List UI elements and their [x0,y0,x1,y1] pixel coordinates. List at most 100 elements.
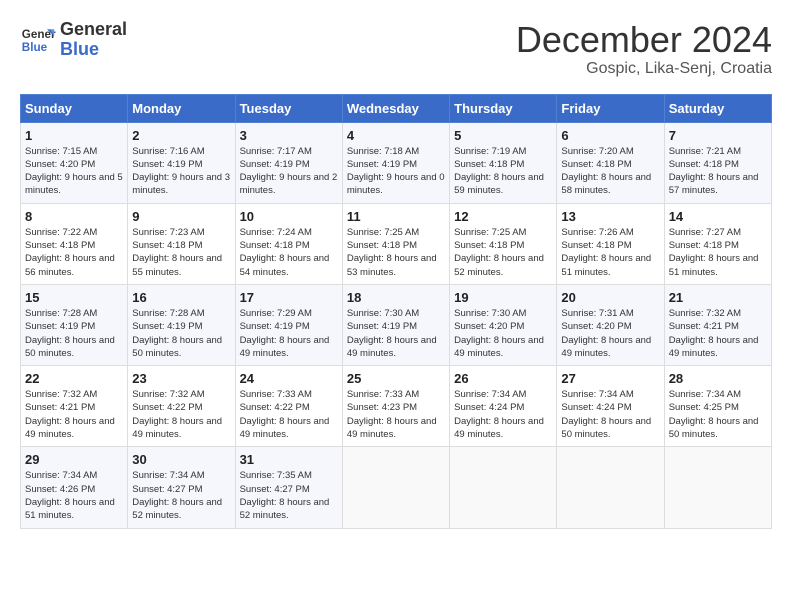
day-number: 30 [132,452,230,467]
day-info: Sunrise: 7:32 AM Sunset: 4:22 PM Dayligh… [132,388,230,441]
calendar-body: 1 Sunrise: 7:15 AM Sunset: 4:20 PM Daylig… [21,122,772,528]
day-info: Sunrise: 7:19 AM Sunset: 4:18 PM Dayligh… [454,145,552,198]
day-info: Sunrise: 7:31 AM Sunset: 4:20 PM Dayligh… [561,307,659,360]
header-saturday: Saturday [664,94,771,122]
day-info: Sunrise: 7:32 AM Sunset: 4:21 PM Dayligh… [669,307,767,360]
header-sunday: Sunday [21,94,128,122]
day-number: 13 [561,209,659,224]
calendar-cell: 26 Sunrise: 7:34 AM Sunset: 4:24 PM Dayli… [450,366,557,447]
calendar-week-row: 1 Sunrise: 7:15 AM Sunset: 4:20 PM Daylig… [21,122,772,203]
day-number: 19 [454,290,552,305]
day-number: 20 [561,290,659,305]
day-info: Sunrise: 7:16 AM Sunset: 4:19 PM Dayligh… [132,145,230,198]
day-number: 11 [347,209,445,224]
calendar-cell: 4Sunrise: 7:18 AM Sunset: 4:19 PM Daylig… [342,122,449,203]
day-info: Sunrise: 7:34 AM Sunset: 4:24 PM Dayligh… [454,388,552,441]
day-number: 1 [25,128,123,143]
day-info: Sunrise: 7:34 AM Sunset: 4:25 PM Dayligh… [669,388,767,441]
calendar-cell: 19 Sunrise: 7:30 AM Sunset: 4:20 PM Dayli… [450,284,557,365]
calendar-cell: 9 Sunrise: 7:23 AM Sunset: 4:18 PM Daylig… [128,203,235,284]
day-number: 26 [454,371,552,386]
calendar-cell: 13 Sunrise: 7:26 AM Sunset: 4:18 PM Dayli… [557,203,664,284]
calendar-title-block: December 2024 Gospic, Lika-Senj, Croatia [516,20,772,78]
calendar-cell: 18 Sunrise: 7:30 AM Sunset: 4:19 PM Dayli… [342,284,449,365]
day-number: 21 [669,290,767,305]
logo-text: General Blue [60,20,127,60]
calendar-cell: 6 Sunrise: 7:20 AM Sunset: 4:18 PM Daylig… [557,122,664,203]
day-info: Sunrise: 7:20 AM Sunset: 4:18 PM Dayligh… [561,145,659,198]
calendar-cell: 15Sunrise: 7:28 AM Sunset: 4:19 PM Dayli… [21,284,128,365]
day-info: Sunrise: 7:34 AM Sunset: 4:27 PM Dayligh… [132,469,230,522]
calendar-header: Sunday Monday Tuesday Wednesday Thursday… [21,94,772,122]
calendar-cell: 22 Sunrise: 7:32 AM Sunset: 4:21 PM Dayli… [21,366,128,447]
day-info: Sunrise: 7:23 AM Sunset: 4:18 PM Dayligh… [132,226,230,279]
day-info: Sunrise: 7:26 AM Sunset: 4:18 PM Dayligh… [561,226,659,279]
calendar-cell: 28 Sunrise: 7:34 AM Sunset: 4:25 PM Dayli… [664,366,771,447]
day-number: 14 [669,209,767,224]
day-number: 3 [240,128,338,143]
day-number: 2 [132,128,230,143]
calendar-cell: 25 Sunrise: 7:33 AM Sunset: 4:23 PM Dayli… [342,366,449,447]
calendar-cell: 24 Sunrise: 7:33 AM Sunset: 4:22 PM Dayli… [235,366,342,447]
header-friday: Friday [557,94,664,122]
calendar-cell: 7 Sunrise: 7:21 AM Sunset: 4:18 PM Daylig… [664,122,771,203]
day-info: Sunrise: 7:24 AM Sunset: 4:18 PM Dayligh… [240,226,338,279]
logo: General Blue General Blue [20,20,127,60]
day-info: Sunrise: 7:33 AM Sunset: 4:22 PM Dayligh… [240,388,338,441]
day-number: 15 [25,290,123,305]
day-number: 23 [132,371,230,386]
calendar-cell: 14 Sunrise: 7:27 AM Sunset: 4:18 PM Dayli… [664,203,771,284]
day-number: 29 [25,452,123,467]
calendar-cell: 31Sunrise: 7:35 AM Sunset: 4:27 PM Dayli… [235,447,342,528]
calendar-cell: 2 Sunrise: 7:16 AM Sunset: 4:19 PM Daylig… [128,122,235,203]
day-info: Sunrise: 7:27 AM Sunset: 4:18 PM Dayligh… [669,226,767,279]
day-number: 6 [561,128,659,143]
day-number: 9 [132,209,230,224]
day-info: Sunrise: 7:21 AM Sunset: 4:18 PM Dayligh… [669,145,767,198]
day-info: Sunrise: 7:17 AM Sunset: 4:19 PM Dayligh… [240,145,338,198]
day-info: Sunrise: 7:22 AM Sunset: 4:18 PM Dayligh… [25,226,123,279]
day-info: Sunrise: 7:35 AM Sunset: 4:27 PM Dayligh… [240,469,338,522]
day-info: Sunrise: 7:30 AM Sunset: 4:19 PM Dayligh… [347,307,445,360]
header-wednesday: Wednesday [342,94,449,122]
day-number: 22 [25,371,123,386]
calendar-cell [557,447,664,528]
day-number: 24 [240,371,338,386]
day-number: 12 [454,209,552,224]
day-info: Sunrise: 7:34 AM Sunset: 4:26 PM Dayligh… [25,469,123,522]
calendar-cell: 27 Sunrise: 7:34 AM Sunset: 4:24 PM Dayli… [557,366,664,447]
calendar-cell [342,447,449,528]
day-number: 28 [669,371,767,386]
day-number: 18 [347,290,445,305]
day-number: 10 [240,209,338,224]
header-thursday: Thursday [450,94,557,122]
header-tuesday: Tuesday [235,94,342,122]
calendar-cell [664,447,771,528]
day-number: 5 [454,128,552,143]
day-info: Sunrise: 7:32 AM Sunset: 4:21 PM Dayligh… [25,388,123,441]
calendar-cell: 17Sunrise: 7:29 AM Sunset: 4:19 PM Dayli… [235,284,342,365]
calendar-cell: 29 Sunrise: 7:34 AM Sunset: 4:26 PM Dayli… [21,447,128,528]
day-number: 17 [240,290,338,305]
header-monday: Monday [128,94,235,122]
day-info: Sunrise: 7:15 AM Sunset: 4:20 PM Dayligh… [25,145,123,198]
day-info: Sunrise: 7:25 AM Sunset: 4:18 PM Dayligh… [347,226,445,279]
calendar-cell: 11 Sunrise: 7:25 AM Sunset: 4:18 PM Dayli… [342,203,449,284]
calendar-week-row: 29 Sunrise: 7:34 AM Sunset: 4:26 PM Dayli… [21,447,772,528]
days-header-row: Sunday Monday Tuesday Wednesday Thursday… [21,94,772,122]
day-info: Sunrise: 7:33 AM Sunset: 4:23 PM Dayligh… [347,388,445,441]
day-info: Sunrise: 7:30 AM Sunset: 4:20 PM Dayligh… [454,307,552,360]
calendar-table: Sunday Monday Tuesday Wednesday Thursday… [20,94,772,529]
day-number: 8 [25,209,123,224]
day-number: 25 [347,371,445,386]
calendar-cell: 8 Sunrise: 7:22 AM Sunset: 4:18 PM Daylig… [21,203,128,284]
calendar-cell: 23 Sunrise: 7:32 AM Sunset: 4:22 PM Dayli… [128,366,235,447]
day-number: 7 [669,128,767,143]
day-info: Sunrise: 7:34 AM Sunset: 4:24 PM Dayligh… [561,388,659,441]
day-number: 4 [347,128,445,143]
calendar-cell: 21 Sunrise: 7:32 AM Sunset: 4:21 PM Dayli… [664,284,771,365]
calendar-cell: 3 Sunrise: 7:17 AM Sunset: 4:19 PM Daylig… [235,122,342,203]
calendar-cell: 20 Sunrise: 7:31 AM Sunset: 4:20 PM Dayli… [557,284,664,365]
day-number: 27 [561,371,659,386]
day-info: Sunrise: 7:25 AM Sunset: 4:18 PM Dayligh… [454,226,552,279]
